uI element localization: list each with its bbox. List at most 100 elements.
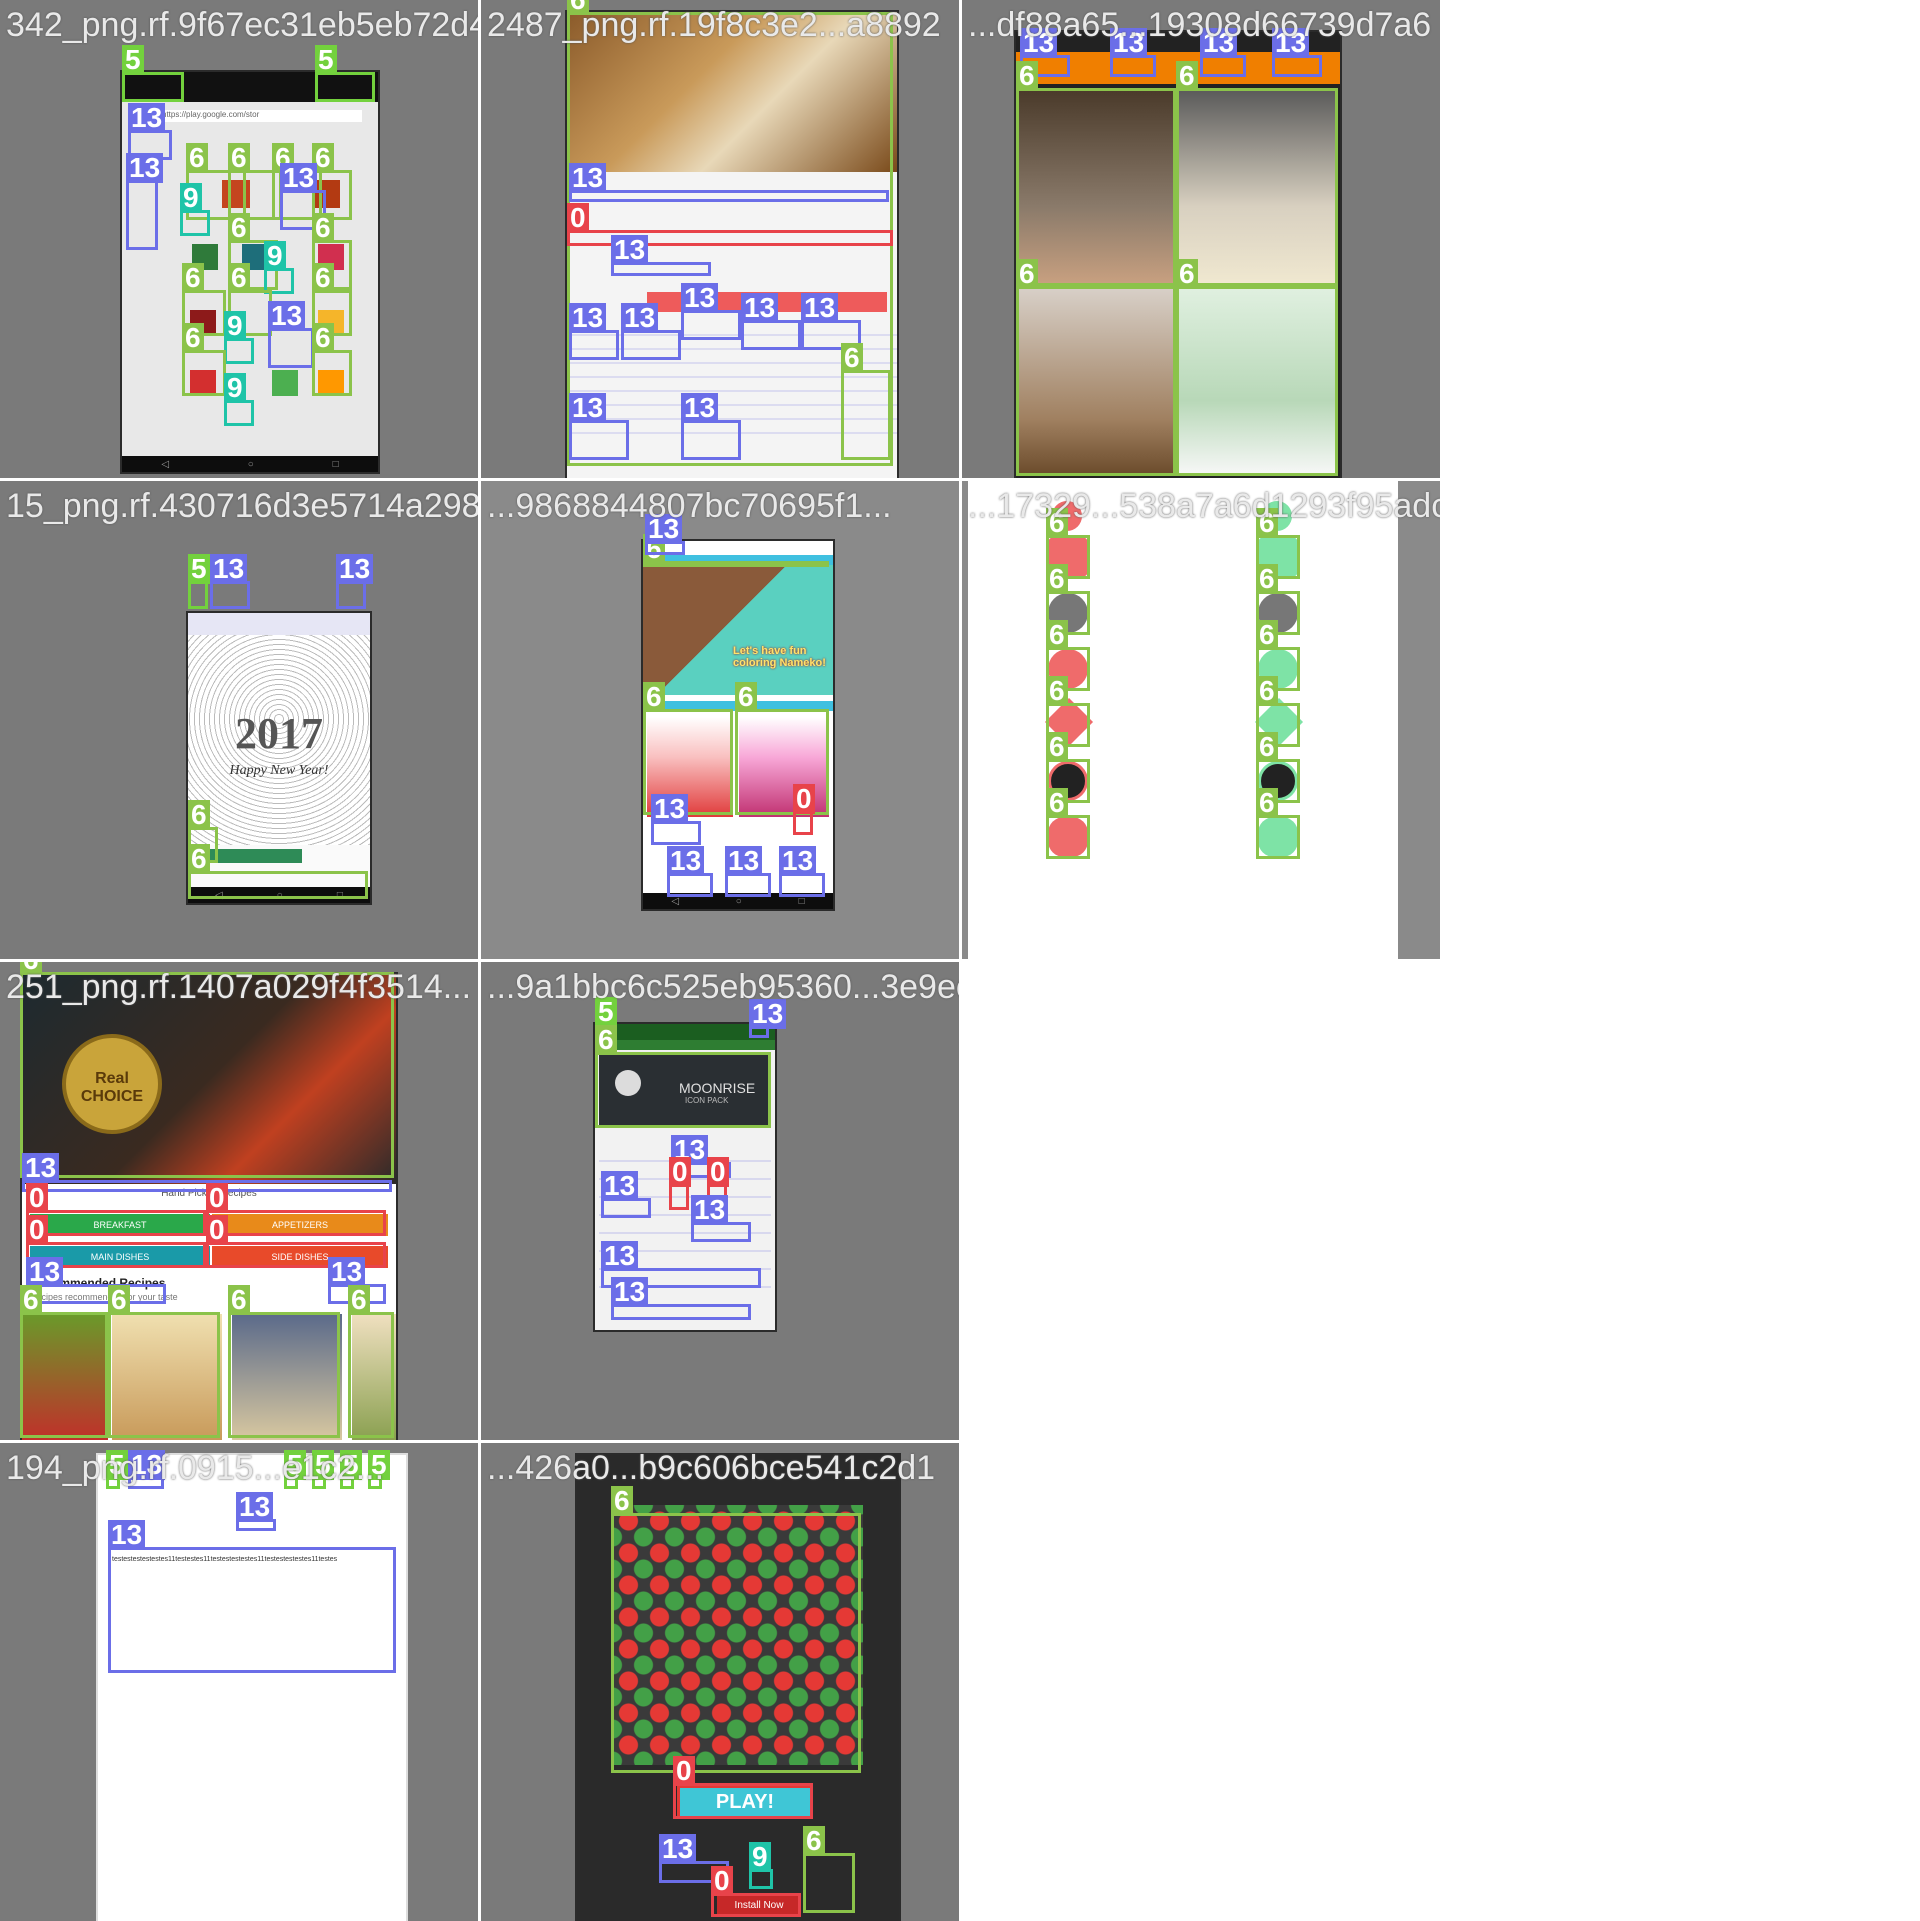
detection-box: 13	[691, 1195, 751, 1242]
class-label: 6	[1176, 61, 1198, 91]
class-label: 0	[567, 203, 589, 233]
detection-box: 0	[26, 1183, 206, 1236]
detection-box: 6	[1256, 788, 1300, 859]
detection-box: 13	[611, 235, 711, 276]
tile-coloring-2017: 15_png.rf.430716d3e5714a2983a0... 2017 H…	[0, 481, 478, 959]
detection-box: 6	[611, 1486, 861, 1773]
year-text: 2017	[235, 709, 323, 758]
class-label: 9	[224, 373, 246, 403]
detection-box: 13	[210, 554, 250, 609]
detection-box: 13	[108, 1520, 396, 1673]
class-label: 6	[803, 1826, 825, 1856]
tile-match3-game: ...426a0...b9c606bce541c2d1 PLAY! Instal…	[481, 1443, 959, 1921]
class-label: 6	[1256, 676, 1278, 706]
detection-box: 6	[595, 1025, 771, 1128]
tile-title: 194_png.rf.0915...e1c2...	[6, 1449, 385, 1487]
detection-box: 6	[841, 343, 891, 460]
detection-box: 0	[669, 1157, 691, 1210]
class-label: 0	[26, 1183, 48, 1213]
class-label: 6	[182, 263, 204, 293]
url-bar[interactable]: https://play.google.com/stor	[162, 110, 362, 122]
detection-box: 5	[122, 45, 184, 102]
detection-box: 0	[793, 784, 815, 835]
class-label: 6	[735, 682, 757, 712]
class-label: 13	[569, 393, 607, 423]
class-label: 6	[312, 263, 334, 293]
class-label: 6	[188, 844, 210, 874]
class-label: 6	[1046, 732, 1068, 762]
detection-box: 13	[126, 153, 164, 250]
class-label: 6	[643, 682, 665, 712]
detection-box: 6	[182, 323, 226, 396]
class-label: 6	[186, 143, 208, 173]
class-label: 13	[601, 1171, 639, 1201]
tile-interior-gallery: ...df88a65...19308d66739d7a6 13 13 13 13…	[962, 0, 1440, 478]
class-label: 13	[681, 283, 719, 313]
detection-mosaic: 342_png.rf.9f67ec31eb5eb72d4f9... https:…	[0, 0, 1920, 1921]
detection-box: 6	[188, 844, 368, 899]
class-label: 13	[601, 1241, 639, 1271]
class-label: 13	[569, 303, 607, 333]
class-label: 5	[315, 45, 337, 75]
tile-food-article: 2487_png.rf.19f8c3e2...a8892 6 13 0 13 1…	[481, 0, 959, 478]
class-label: 6	[1046, 788, 1068, 818]
class-label: 13	[280, 163, 318, 193]
class-label: 0	[673, 1756, 695, 1786]
tile-title: ...9a1bbc6c525eb95360...3e9ec5262f2d6116	[487, 968, 959, 1006]
class-label: 6	[20, 1285, 42, 1315]
class-label: 6	[1016, 61, 1038, 91]
class-label: 6	[1256, 620, 1278, 650]
class-label: 13	[128, 103, 166, 133]
detection-box: 13	[651, 794, 701, 845]
detection-box: 6	[312, 323, 352, 396]
class-label: 6	[228, 263, 250, 293]
detection-box: 9	[224, 373, 254, 426]
tile-title: 342_png.rf.9f67ec31eb5eb72d4f9...	[6, 6, 478, 44]
class-label: 13	[210, 554, 248, 584]
detection-box: 0	[711, 1866, 801, 1917]
class-label: 6	[1256, 732, 1278, 762]
class-label: 13	[611, 1277, 649, 1307]
detection-box: 13	[236, 1492, 276, 1531]
class-label: 6	[1176, 259, 1198, 289]
detection-box: 9	[224, 311, 254, 364]
detection-box: 6	[1176, 259, 1338, 476]
class-label: 0	[793, 784, 815, 814]
class-label: 13	[691, 1195, 729, 1225]
class-label: 13	[268, 301, 306, 331]
detection-box: 13	[725, 846, 771, 897]
tile-moonrise: ...9a1bbc6c525eb95360...3e9ec5262f2d6116…	[481, 962, 959, 1440]
detection-box: 13	[611, 1277, 751, 1320]
class-label: 13	[681, 393, 719, 423]
detection-box: 13	[779, 846, 825, 897]
class-label: 13	[22, 1153, 60, 1183]
class-label: 0	[669, 1157, 691, 1187]
detection-box: 13	[601, 1171, 651, 1218]
detection-box: 13	[569, 163, 889, 202]
tile-play-store: 342_png.rf.9f67ec31eb5eb72d4f9... https:…	[0, 0, 478, 478]
class-label: 6	[228, 1285, 250, 1315]
detection-box: 13	[621, 303, 681, 360]
class-label: 6	[108, 1285, 130, 1315]
banner-text: Let's have fun coloring Nameko!	[733, 645, 826, 669]
class-label: 6	[841, 343, 863, 373]
tile-title: ...426a0...b9c606bce541c2d1	[487, 1449, 936, 1487]
class-label: 13	[328, 1257, 366, 1287]
class-label: 13	[336, 554, 374, 584]
detection-box: 5	[315, 45, 375, 102]
tile-title: ...9868844807bc70695f1...	[487, 487, 892, 525]
detection-box: 6	[1176, 61, 1338, 286]
tile-title: 15_png.rf.430716d3e5714a2983a0...	[6, 487, 478, 525]
detection-box: 13	[741, 293, 801, 350]
caption-text: Happy New Year!	[229, 763, 329, 778]
tile-title: ...17329...538a7a6d1293f95adc39b	[968, 487, 1440, 525]
nav-bar: ◁ ○ □	[122, 456, 378, 472]
detection-box: 13	[336, 554, 374, 609]
class-label: 9	[224, 311, 246, 341]
detection-box: 9	[749, 1842, 773, 1889]
class-label: 13	[651, 794, 689, 824]
class-label: 9	[749, 1842, 771, 1872]
class-label: 9	[180, 183, 202, 213]
detection-box: 13	[681, 283, 741, 340]
class-label: 13	[126, 153, 164, 183]
